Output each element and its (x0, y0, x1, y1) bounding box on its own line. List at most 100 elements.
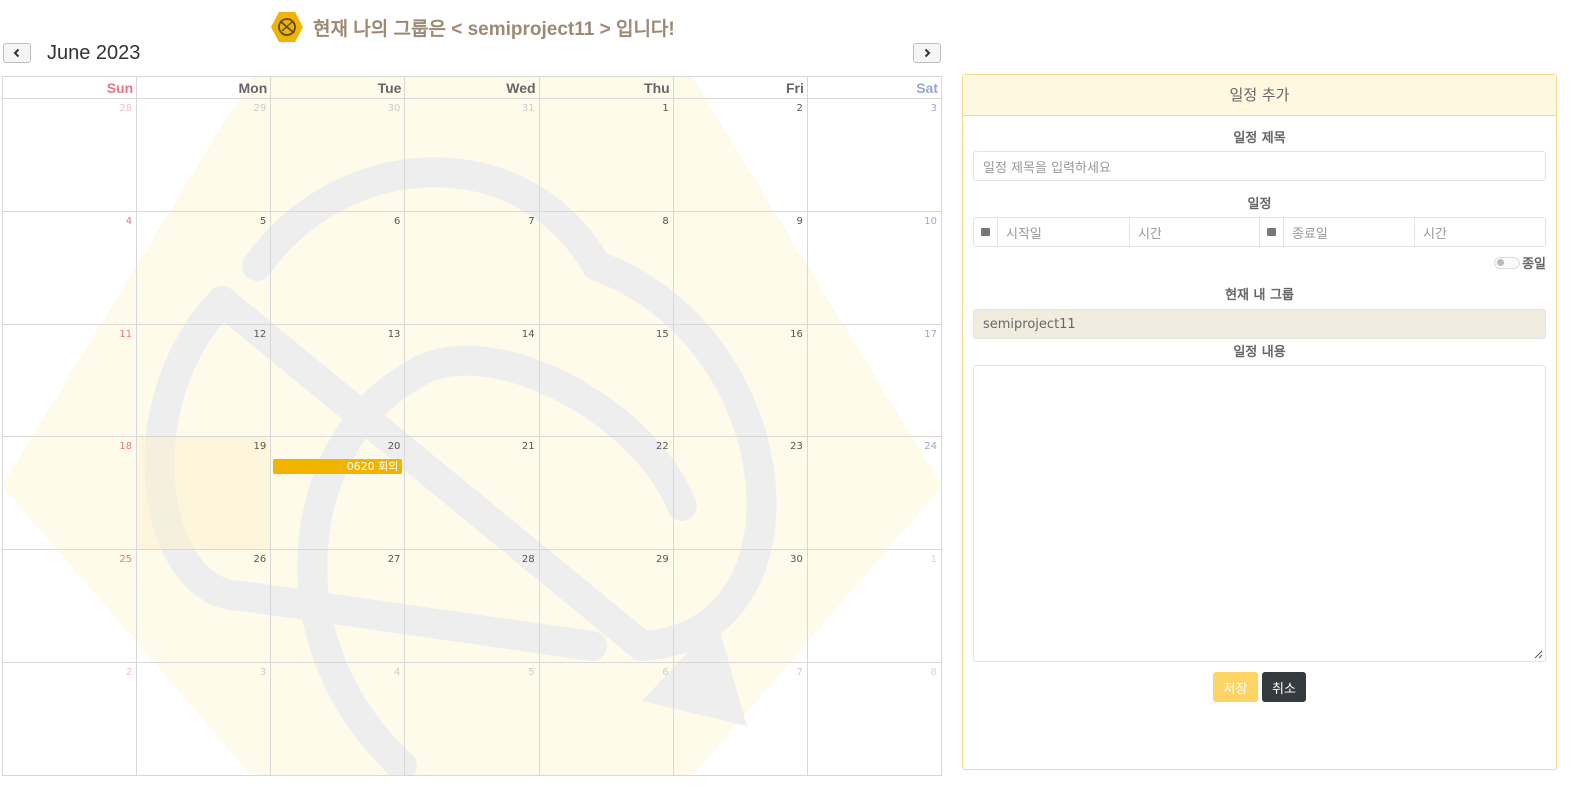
day-number: 6 (394, 215, 401, 227)
day-number: 26 (253, 554, 267, 566)
day-cell[interactable]: 21 (404, 436, 540, 551)
day-number: 7 (528, 215, 535, 227)
day-number: 2 (796, 103, 803, 114)
title-input[interactable]: 일정 제목을 입력하세요 (973, 151, 1546, 181)
calendar-week: 28 29 30 31 1 2 3 (2, 98, 942, 212)
day-number: 11 (119, 328, 133, 340)
day-cell[interactable]: 8 (538, 210, 674, 325)
day-cell[interactable]: 18 (2, 436, 138, 551)
day-number: 25 (119, 554, 133, 566)
day-cell[interactable]: 4 (2, 210, 138, 325)
day-cell[interactable]: 9 (672, 210, 808, 325)
day-cell[interactable]: 4 (270, 662, 406, 776)
add-schedule-panel: 일정 추가 일정 제목 일정 제목을 입력하세요 일정 시작일 시간 종료일 시… (962, 74, 1557, 770)
day-cell[interactable]: 3 (136, 662, 272, 776)
schedule-label: 일정 (1247, 197, 1272, 212)
start-date-input[interactable]: 시작일 (998, 218, 1130, 246)
prev-month-button[interactable] (3, 43, 31, 63)
save-button[interactable]: 저장 (1213, 672, 1258, 702)
day-cell[interactable]: 14 (404, 323, 540, 438)
day-number: 30 (790, 554, 803, 566)
day-number: 1 (930, 554, 937, 566)
day-cell[interactable]: 1 (806, 549, 942, 664)
day-cell[interactable]: 15 (538, 323, 674, 438)
calendar-event[interactable]: 0620 회의 (273, 459, 403, 475)
next-month-button[interactable] (913, 43, 941, 63)
day-cell[interactable]: 25 (2, 549, 138, 664)
day-cell[interactable]: 8 (806, 662, 942, 776)
start-time-input[interactable]: 시간 (1130, 218, 1260, 246)
calendar-grid: Sun Mon Tue Wed Thu Fri Sat 28 29 30 31 … (2, 76, 942, 776)
day-cell[interactable]: 11 (2, 323, 138, 438)
day-cell[interactable]: 22 (538, 436, 674, 551)
day-cell[interactable]: 3 (806, 98, 942, 212)
weekday-header: Thu (538, 76, 674, 99)
title-label: 일정 제목 (1233, 131, 1286, 146)
day-cell[interactable]: 30 (672, 549, 808, 664)
day-number: 4 (394, 667, 401, 679)
content-textarea[interactable] (973, 365, 1546, 662)
day-cell[interactable]: 12 (136, 323, 272, 438)
day-number: 3 (930, 103, 937, 114)
day-cell[interactable]: 31 (404, 98, 540, 212)
day-number: 29 (253, 103, 267, 114)
day-cell[interactable]: 23 (672, 436, 808, 551)
day-cell[interactable]: 7 (404, 210, 540, 325)
day-cell[interactable]: 6 (538, 662, 674, 776)
day-cell[interactable]: 20 0620 회의 (270, 436, 406, 551)
calendar-week: 4 5 6 7 8 9 10 (2, 210, 942, 325)
day-number: 22 (655, 441, 669, 453)
day-number: 10 (924, 215, 937, 227)
weekday-header: Sun (2, 76, 138, 99)
start-time-placeholder: 시간 (1138, 226, 1162, 242)
start-date-placeholder: 시작일 (1006, 226, 1042, 242)
day-number: 8 (930, 667, 937, 679)
day-cell[interactable]: 26 (136, 549, 272, 664)
day-number: 5 (259, 215, 267, 227)
day-cell[interactable]: 5 (136, 210, 272, 325)
day-number: 29 (655, 554, 669, 566)
day-cell[interactable]: 2 (2, 662, 138, 776)
day-cell[interactable]: 13 (270, 323, 406, 438)
day-cell[interactable]: 16 (672, 323, 808, 438)
day-cell[interactable]: 10 (806, 210, 942, 325)
day-cell[interactable]: 24 (806, 436, 942, 551)
day-number: 23 (790, 441, 803, 453)
day-number: 30 (387, 103, 401, 114)
day-number: 5 (528, 667, 535, 679)
end-date-input[interactable]: 종료일 (1284, 218, 1415, 246)
day-cell[interactable]: 6 (270, 210, 406, 325)
group-value: semiproject11 (983, 316, 1076, 332)
chevron-left-icon (13, 48, 20, 58)
weekday-header: Wed (404, 76, 540, 99)
day-cell[interactable]: 17 (806, 323, 942, 438)
day-cell[interactable]: 30 (270, 98, 406, 212)
group-logo-icon (271, 12, 303, 42)
day-cell[interactable]: 5 (404, 662, 540, 776)
calendar-icon[interactable] (1260, 218, 1284, 246)
day-cell[interactable]: 28 (404, 549, 540, 664)
day-cell[interactable]: 1 (538, 98, 674, 212)
day-number: 2 (125, 667, 133, 679)
calendar-week: 18 19 20 0620 회의 21 22 23 24 (2, 436, 942, 551)
day-cell[interactable]: 29 (136, 98, 272, 212)
allday-label: 종일 (1522, 257, 1546, 272)
day-cell[interactable]: 27 (270, 549, 406, 664)
resize-handle-icon[interactable] (1534, 650, 1543, 659)
calendar-week: 25 26 27 28 29 30 1 (2, 549, 942, 664)
allday-toggle[interactable] (1494, 256, 1521, 269)
end-time-input[interactable]: 시간 (1415, 218, 1545, 246)
calendar-icon[interactable] (974, 218, 998, 246)
cancel-button[interactable]: 취소 (1262, 672, 1306, 702)
calendar-week: 2 3 4 5 6 7 8 (2, 662, 942, 776)
day-cell[interactable]: 29 (538, 549, 674, 664)
weekday-header: Tue (270, 76, 406, 99)
day-number: 24 (924, 441, 937, 453)
day-cell[interactable]: 2 (672, 98, 808, 212)
day-cell-today[interactable]: 19 (136, 436, 272, 551)
day-cell[interactable]: 7 (672, 662, 808, 776)
group-banner: 현재 나의 그룹은 < semiproject11 > 입니다! (270, 10, 675, 44)
day-number: 20 (387, 441, 401, 453)
day-cell[interactable]: 28 (2, 98, 138, 212)
panel-title: 일정 추가 (963, 75, 1556, 116)
